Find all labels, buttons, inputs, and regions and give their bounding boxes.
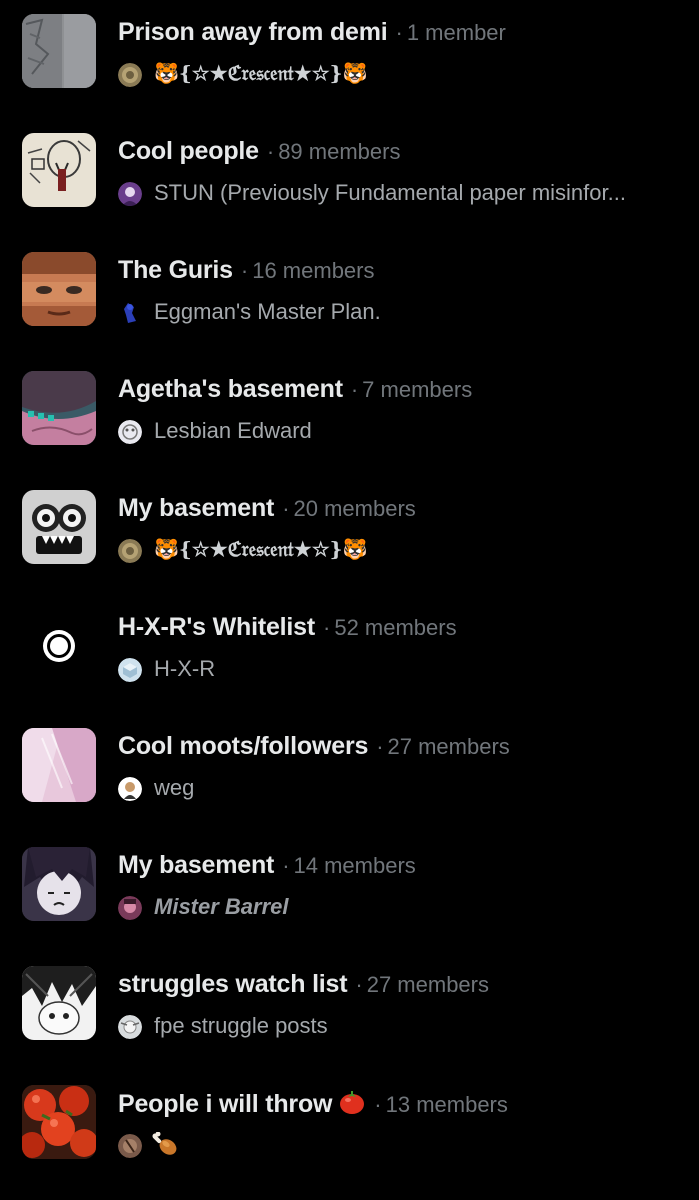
list-item[interactable]: Prison away from demi · 1 member 🐯{☆★ℭ𝔯𝔢𝔰𝔠… xyxy=(0,0,699,100)
member-count: 14 members xyxy=(293,853,416,878)
separator: · xyxy=(282,853,290,878)
member-count: 16 members xyxy=(252,258,375,283)
separator: · xyxy=(266,139,275,164)
list-item[interactable]: The Guris · 16 members Eggman's Master Pla… xyxy=(0,238,699,338)
list-item[interactable]: Cool moots/followers · 27 members weg xyxy=(0,714,699,814)
owner-avatar[interactable] xyxy=(118,1015,142,1039)
list-thumbnail[interactable] xyxy=(22,133,96,207)
list-thumbnail[interactable] xyxy=(22,14,96,88)
member-count: 20 members xyxy=(293,496,416,521)
owner-name[interactable]: H-X-R xyxy=(154,656,215,682)
list-name[interactable]: Cool people xyxy=(118,137,259,165)
list-name[interactable]: My basement xyxy=(118,494,274,522)
list-name[interactable]: Prison away from demi xyxy=(118,18,388,46)
list-item[interactable]: People i will throw · 13 members xyxy=(0,1071,699,1171)
tomato-icon xyxy=(338,1089,366,1120)
drumstick-icon xyxy=(152,1131,178,1158)
member-count: 1 member xyxy=(406,20,506,45)
member-count: 7 members xyxy=(362,377,473,402)
owner-name[interactable]: STUN (Previously Fundamental paper misin… xyxy=(154,180,626,206)
member-count: 27 members xyxy=(366,972,489,997)
separator: · xyxy=(240,258,249,283)
list-name[interactable]: struggles watch list xyxy=(118,970,348,998)
owner-avatar[interactable] xyxy=(118,777,142,801)
owner-avatar[interactable] xyxy=(118,420,142,444)
separator: · xyxy=(374,1092,382,1117)
owner-avatar[interactable] xyxy=(118,182,142,206)
list-name[interactable]: The Guris xyxy=(118,256,233,284)
member-count: 13 members xyxy=(385,1092,508,1117)
owner-avatar[interactable] xyxy=(118,658,142,682)
owner-avatar[interactable] xyxy=(118,896,142,920)
separator: · xyxy=(355,972,363,997)
owner-name[interactable]: weg xyxy=(154,775,194,801)
owner-avatar[interactable] xyxy=(118,301,142,325)
list-name[interactable]: Cool moots/followers xyxy=(118,732,368,760)
list-item[interactable]: My basement · 20 members 🐯{☆★ℭ𝔯𝔢𝔰𝔠𝔢𝔫𝔱★☆}🐯 xyxy=(0,476,699,576)
owner-name[interactable]: 🐯{☆★ℭ𝔯𝔢𝔰𝔠𝔢𝔫𝔱★☆}🐯 xyxy=(154,61,367,85)
owner-avatar[interactable] xyxy=(118,1134,142,1158)
list-item[interactable]: Agetha's basement · 7 members Lesbian Edwa… xyxy=(0,357,699,457)
owner-name[interactable]: Mister Barrel xyxy=(154,894,289,920)
separator: · xyxy=(395,20,403,45)
separator: · xyxy=(350,377,359,402)
list-name[interactable]: Agetha's basement xyxy=(118,375,343,403)
list-name[interactable]: My basement xyxy=(118,851,274,879)
list-thumbnail[interactable] xyxy=(22,490,96,564)
list-name[interactable]: People i will throw xyxy=(118,1090,332,1118)
owner-name[interactable]: Lesbian Edward xyxy=(154,418,312,444)
list-thumbnail[interactable] xyxy=(22,728,96,802)
list-thumbnail[interactable] xyxy=(22,1085,96,1159)
list-thumbnail[interactable] xyxy=(22,371,96,445)
member-count: 89 members xyxy=(278,139,401,164)
member-count: 52 members xyxy=(334,615,457,640)
owner-name[interactable]: fpe struggle posts xyxy=(154,1013,328,1039)
list-thumbnail[interactable] xyxy=(22,252,96,326)
list-thumbnail[interactable] xyxy=(22,966,96,1040)
separator: · xyxy=(323,615,331,640)
list-name[interactable]: H-X-R's Whitelist xyxy=(118,613,315,641)
owner-avatar[interactable] xyxy=(118,539,142,563)
separator: · xyxy=(282,496,290,521)
owner-name[interactable]: Eggman's Master Plan. xyxy=(154,299,381,325)
list-item[interactable]: Cool people · 89 members STUN (Previously … xyxy=(0,119,699,219)
list-thumbnail[interactable] xyxy=(22,847,96,921)
list-item[interactable]: H-X-R's Whitelist · 52 members H-X-R xyxy=(0,595,699,695)
list-item[interactable]: My basement · 14 members Mister Barrel xyxy=(0,833,699,933)
separator: · xyxy=(376,734,384,759)
list-thumbnail[interactable] xyxy=(22,609,96,683)
list-item[interactable]: struggles watch list · 27 members fpe stru… xyxy=(0,952,699,1052)
lists-feed: Prison away from demi · 1 member 🐯{☆★ℭ𝔯𝔢𝔰𝔠… xyxy=(0,0,699,1200)
owner-avatar[interactable] xyxy=(118,63,142,87)
owner-name[interactable]: 🐯{☆★ℭ𝔯𝔢𝔰𝔠𝔢𝔫𝔱★☆}🐯 xyxy=(154,537,367,561)
member-count: 27 members xyxy=(387,734,510,759)
